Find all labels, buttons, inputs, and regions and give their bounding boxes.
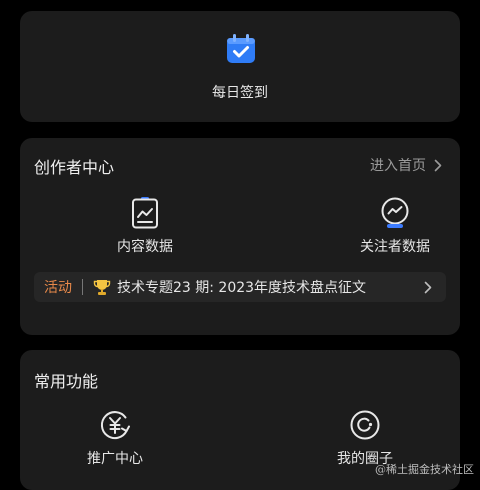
promotion-yuan-icon <box>100 411 130 440</box>
enter-homepage-label: 进入首页 <box>370 158 426 174</box>
my-circle-icon <box>350 410 380 440</box>
enter-homepage-link[interactable]: 进入首页 <box>370 155 442 175</box>
activity-tag: 活动 <box>44 280 72 296</box>
common-functions-title: 常用功能 <box>34 372 99 391</box>
creator-center-card: 创作者中心 进入首页 内容数据 关注者数据 活动 技术专题23 期: 2023年… <box>20 138 460 335</box>
activity-divider <box>82 279 83 295</box>
content-data-tile[interactable]: 内容数据 <box>85 196 205 256</box>
watermark: @稀土掘金技术社区 <box>375 463 474 476</box>
follower-data-icon <box>381 197 409 228</box>
promotion-center-tile[interactable]: 推广中心 <box>55 408 175 468</box>
my-circle-tile[interactable]: 我的圈子 <box>305 408 425 468</box>
chevron-right-icon <box>424 281 432 293</box>
content-data-label: 内容数据 <box>117 239 173 255</box>
daily-checkin-card[interactable]: 每日签到 <box>20 11 460 122</box>
activity-text: 技术专题23 期: 2023年度技术盘点征文 <box>117 280 367 296</box>
follower-data-label: 关注者数据 <box>360 239 430 255</box>
follower-data-tile[interactable]: 关注者数据 <box>335 196 455 256</box>
creator-center-title: 创作者中心 <box>34 158 115 177</box>
daily-checkin-label: 每日签到 <box>212 85 268 101</box>
activity-banner[interactable]: 活动 技术专题23 期: 2023年度技术盘点征文 <box>34 272 446 302</box>
content-data-icon <box>132 197 158 229</box>
promotion-center-label: 推广中心 <box>87 451 143 467</box>
trophy-icon <box>93 280 111 295</box>
calendar-check-icon <box>227 34 255 63</box>
chevron-right-icon <box>434 159 442 171</box>
